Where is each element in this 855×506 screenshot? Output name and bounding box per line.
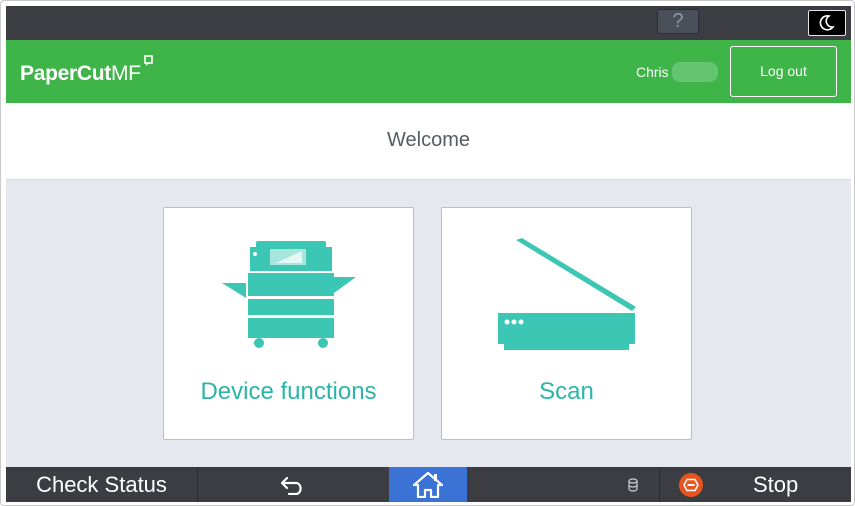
moon-icon bbox=[819, 15, 835, 31]
logo-text-mf: MF bbox=[110, 62, 141, 85]
device-functions-tile[interactable]: Device functions bbox=[163, 207, 414, 440]
stop-label: Stop bbox=[753, 472, 799, 497]
logo-text-papercut: PaperCut bbox=[20, 62, 111, 85]
tile-label: Device functions bbox=[200, 378, 377, 405]
stop-button[interactable]: Stop bbox=[659, 467, 851, 502]
help-button[interactable]: ? bbox=[657, 9, 699, 34]
page-title: Welcome bbox=[387, 129, 470, 151]
scan-tile[interactable]: Scan bbox=[441, 207, 692, 440]
bottom-bar: Check Status Stop bbox=[6, 467, 851, 502]
welcome-bar: Welcome bbox=[6, 103, 851, 180]
system-bar: ? bbox=[6, 6, 851, 40]
data-indicator-icon bbox=[628, 478, 638, 492]
energy-saver-button[interactable] bbox=[808, 10, 846, 36]
home-button[interactable] bbox=[389, 467, 467, 502]
papercut-logo: PaperCutMF bbox=[20, 62, 141, 86]
user-surname-redacted bbox=[672, 62, 718, 82]
back-arrow-icon bbox=[280, 476, 302, 495]
logout-button[interactable]: Log out bbox=[730, 46, 837, 97]
user-name: Chris bbox=[636, 64, 669, 80]
scanner-icon bbox=[498, 238, 636, 350]
check-status-button[interactable]: Check Status bbox=[6, 467, 198, 502]
copier-icon bbox=[222, 241, 356, 348]
stop-icon bbox=[679, 473, 703, 497]
logo-mark-icon bbox=[144, 55, 153, 66]
back-button[interactable] bbox=[197, 467, 390, 502]
app-header: PaperCutMF Chris Log out bbox=[6, 40, 851, 103]
status-indicator-area bbox=[467, 467, 660, 502]
home-icon bbox=[412, 471, 444, 498]
panel-screen: ? PaperCutMF Chris Log out Welcome Devic… bbox=[6, 6, 851, 502]
device-frame: ? PaperCutMF Chris Log out Welcome Devic… bbox=[0, 0, 855, 506]
tile-label: Scan bbox=[539, 378, 594, 405]
